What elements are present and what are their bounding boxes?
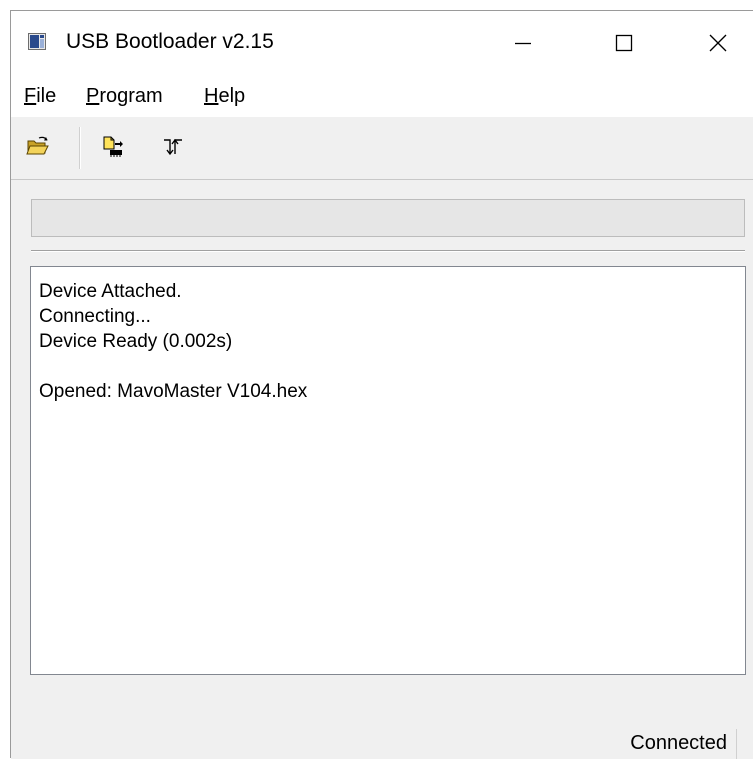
menu-help-label: elp — [218, 85, 246, 107]
title-bar[interactable]: USB Bootloader v2.15 — [11, 11, 753, 75]
close-button[interactable] — [683, 11, 753, 75]
window-title: USB Bootloader v2.15 — [66, 30, 274, 53]
menu-program[interactable]: Program — [86, 84, 163, 108]
menu-help-accel: H — [204, 85, 219, 107]
status-bar: Connected — [11, 729, 753, 759]
maximize-button[interactable] — [589, 11, 659, 75]
reset-device-icon — [164, 138, 182, 156]
status-text: Connected — [630, 732, 727, 754]
log-line: Connecting... — [39, 306, 151, 327]
log-line: Device Ready (0.002s) — [39, 331, 233, 352]
menu-file-label: ile — [36, 85, 57, 107]
open-folder-icon — [26, 136, 49, 155]
program-device-button[interactable] — [101, 134, 127, 160]
minimize-button[interactable] — [488, 11, 558, 75]
menu-bar: File Program Help — [11, 75, 753, 117]
open-file-button[interactable] — [25, 134, 51, 160]
program-device-icon — [103, 136, 123, 157]
progress-bar — [31, 199, 745, 237]
toolbar-separator — [79, 127, 81, 169]
minimize-icon — [515, 42, 531, 45]
status-separator — [736, 729, 737, 759]
close-icon — [709, 34, 727, 52]
menu-program-label: rogram — [99, 85, 163, 107]
maximize-icon — [615, 34, 633, 52]
menu-program-accel: P — [86, 85, 100, 107]
menu-file-accel: F — [24, 85, 37, 107]
divider — [31, 250, 745, 252]
log-output[interactable]: Device Attached. Connecting... Device Read… — [30, 266, 746, 675]
app-window: USB Bootloader v2.15 File Program Help D… — [10, 10, 753, 759]
toolbar — [11, 117, 753, 180]
reset-device-button[interactable] — [161, 134, 187, 160]
menu-help[interactable]: Help — [204, 84, 245, 108]
menu-file[interactable]: File — [24, 84, 56, 108]
log-line: Opened: MavoMaster V104.hex — [39, 381, 308, 402]
log-line: Device Attached. — [39, 281, 182, 302]
app-icon — [28, 33, 46, 50]
